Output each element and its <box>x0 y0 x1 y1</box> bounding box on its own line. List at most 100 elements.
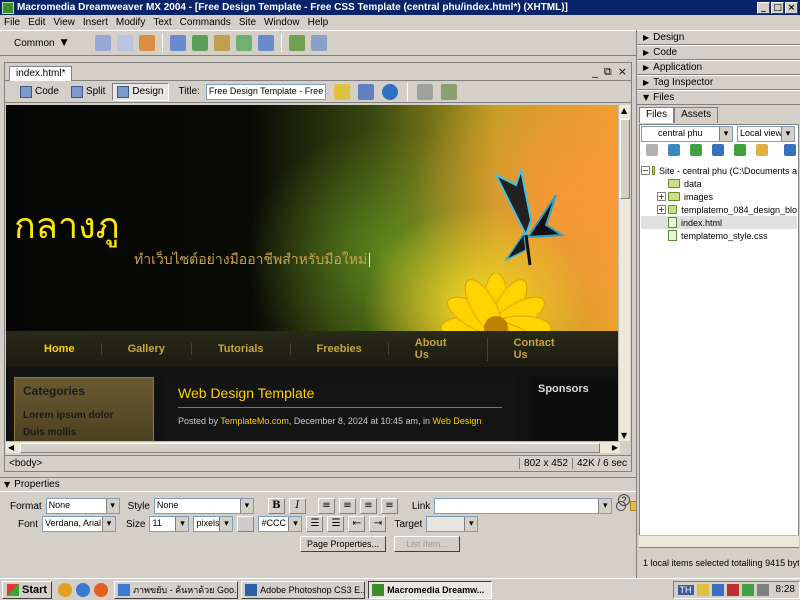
doc-minimize-icon[interactable]: _ <box>592 65 598 79</box>
maximize-button[interactable]: □ <box>771 1 784 14</box>
expand-site-icon[interactable] <box>784 144 796 156</box>
text-color-swatch[interactable] <box>237 516 255 532</box>
site-tagline[interactable]: ทำเว็บไซต์อย่างมืออาชีพสำหรับมือใหม่ <box>134 249 371 271</box>
file-tree-row[interactable]: + templatemo_084_design_blo <box>641 203 797 216</box>
scroll-up-icon[interactable]: ▲ <box>621 106 627 115</box>
menu-modify[interactable]: Modify <box>112 17 149 28</box>
design-vertical-scrollbar[interactable]: ▲ ▼ <box>618 105 630 441</box>
tree-expander-icon[interactable]: − <box>641 166 650 175</box>
file-management-icon[interactable] <box>333 83 350 100</box>
volume-icon[interactable] <box>696 583 709 596</box>
printer-icon[interactable] <box>756 583 769 596</box>
menu-view[interactable]: View <box>49 17 79 28</box>
quick-launch-browser-icon[interactable] <box>76 582 91 597</box>
align-center-icon[interactable]: ≡ <box>338 498 356 514</box>
panel-group-design[interactable]: ▶ Design <box>637 30 800 45</box>
unit-select[interactable]: pixels <box>193 516 234 532</box>
align-left-icon[interactable]: ≡ <box>317 498 335 514</box>
menu-text[interactable]: Text <box>149 17 175 28</box>
menu-site[interactable]: Site <box>235 17 260 28</box>
menu-insert[interactable]: Insert <box>79 17 112 28</box>
files-horizontal-scrollbar[interactable] <box>639 535 799 547</box>
page-title-input[interactable]: Free Design Template - Free C <box>205 83 326 100</box>
menu-edit[interactable]: Edit <box>24 17 49 28</box>
scroll-thumb[interactable] <box>20 443 600 453</box>
size-select[interactable]: 11 <box>149 516 190 532</box>
named-anchor-icon[interactable] <box>138 35 155 51</box>
taskbar-task-button[interactable]: ภาพขยับ - ค้นหาด้วย Goo... <box>114 580 239 599</box>
preview-browser-icon[interactable] <box>381 83 398 100</box>
media-icon[interactable] <box>213 35 230 51</box>
bold-button[interactable]: B <box>267 498 285 514</box>
check-out-icon[interactable] <box>734 144 746 156</box>
scroll-thumb[interactable] <box>620 119 630 199</box>
messenger-icon[interactable] <box>741 583 754 596</box>
security-icon[interactable] <box>726 583 739 596</box>
ordered-list-icon[interactable]: ☰ <box>327 516 345 532</box>
doc-close-icon[interactable]: × <box>618 65 627 79</box>
design-view-button[interactable]: Design <box>112 82 169 101</box>
menu-help[interactable]: Help <box>304 17 333 28</box>
nav-freebies[interactable]: Freebies <box>317 343 389 355</box>
tree-expander-icon[interactable]: + <box>657 192 666 201</box>
font-select[interactable]: Verdana, Arial, <box>42 516 117 532</box>
scroll-down-icon[interactable]: ▼ <box>621 431 627 440</box>
link-input[interactable] <box>434 498 613 514</box>
justify-icon[interactable]: ≡ <box>380 498 398 514</box>
style-select[interactable]: None <box>153 498 254 514</box>
minimize-button[interactable]: _ <box>757 1 770 14</box>
menu-window[interactable]: Window <box>260 17 304 28</box>
quick-launch-app-icon[interactable] <box>58 582 73 597</box>
taskbar-task-button[interactable]: Macromedia Dreamw... <box>368 580 493 599</box>
post-author-link[interactable]: TemplateMo.com <box>220 416 289 426</box>
window-size[interactable]: 802 x 452 <box>519 458 572 469</box>
nav-home[interactable]: Home <box>44 343 102 355</box>
category-item[interactable]: Duis mollis <box>23 427 145 438</box>
panel-group-application[interactable]: ▶ Application <box>637 60 800 75</box>
check-in-icon[interactable] <box>756 144 768 156</box>
doc-restore-icon[interactable]: ⧉ <box>604 65 612 79</box>
nav-contact-us[interactable]: Contact Us <box>514 337 594 361</box>
date-icon[interactable] <box>235 35 252 51</box>
align-right-icon[interactable]: ≡ <box>359 498 377 514</box>
category-item[interactable]: Lorem ipsum dolor <box>23 410 145 421</box>
language-indicator[interactable]: TH <box>677 584 694 595</box>
file-tree-row[interactable]: data <box>641 177 797 190</box>
nav-about-us[interactable]: About Us <box>415 337 488 361</box>
close-button[interactable]: × <box>785 1 798 14</box>
refresh-icon[interactable] <box>416 83 433 100</box>
list-item-button[interactable]: List Item... <box>394 536 461 552</box>
image-icon[interactable] <box>191 35 208 51</box>
comment-icon[interactable] <box>257 35 274 51</box>
taskbar-task-button[interactable]: Adobe Photoshop CS3 E... <box>241 580 366 599</box>
tab-files[interactable]: Files <box>639 107 675 123</box>
panel-group-tag-inspector[interactable]: ▶ Tag Inspector <box>637 75 800 90</box>
unordered-list-icon[interactable]: ☰ <box>306 516 324 532</box>
post-category-link[interactable]: Web Design <box>433 416 482 426</box>
indent-icon[interactable]: ⇥ <box>369 516 387 532</box>
panel-group-code[interactable]: ▶ Code <box>637 45 800 60</box>
target-select[interactable] <box>426 516 479 532</box>
italic-button[interactable]: I <box>288 498 306 514</box>
scroll-left-icon[interactable]: ◀ <box>8 443 14 452</box>
properties-header[interactable]: ▼ Properties <box>0 478 636 492</box>
browser-check-icon[interactable] <box>357 83 374 100</box>
outdent-icon[interactable]: ⇤ <box>348 516 366 532</box>
connect-icon[interactable] <box>646 144 658 156</box>
refresh-icon[interactable] <box>668 144 680 156</box>
text-color-input[interactable]: #CCC <box>258 516 303 532</box>
help-icon[interactable]: ? <box>618 494 630 506</box>
email-link-icon[interactable] <box>116 35 133 51</box>
file-tree-row[interactable]: + images <box>641 190 797 203</box>
design-horizontal-scrollbar[interactable]: ◀ ▶ <box>6 441 620 453</box>
hyperlink-icon[interactable] <box>94 35 111 51</box>
table-icon[interactable] <box>169 35 186 51</box>
document-tab[interactable]: index.html* <box>9 66 73 81</box>
page-properties-button[interactable]: Page Properties... <box>300 536 387 552</box>
file-tree-row[interactable]: templatemo_style.css <box>641 229 797 242</box>
post-title[interactable]: Web Design Template <box>178 385 502 408</box>
file-tree-row[interactable]: − Site - central phu (C:\Documents a <box>641 164 797 177</box>
panel-group-files[interactable]: ▼ Files <box>637 90 800 105</box>
put-files-icon[interactable] <box>712 144 724 156</box>
quick-launch-firefox-icon[interactable] <box>94 582 109 597</box>
